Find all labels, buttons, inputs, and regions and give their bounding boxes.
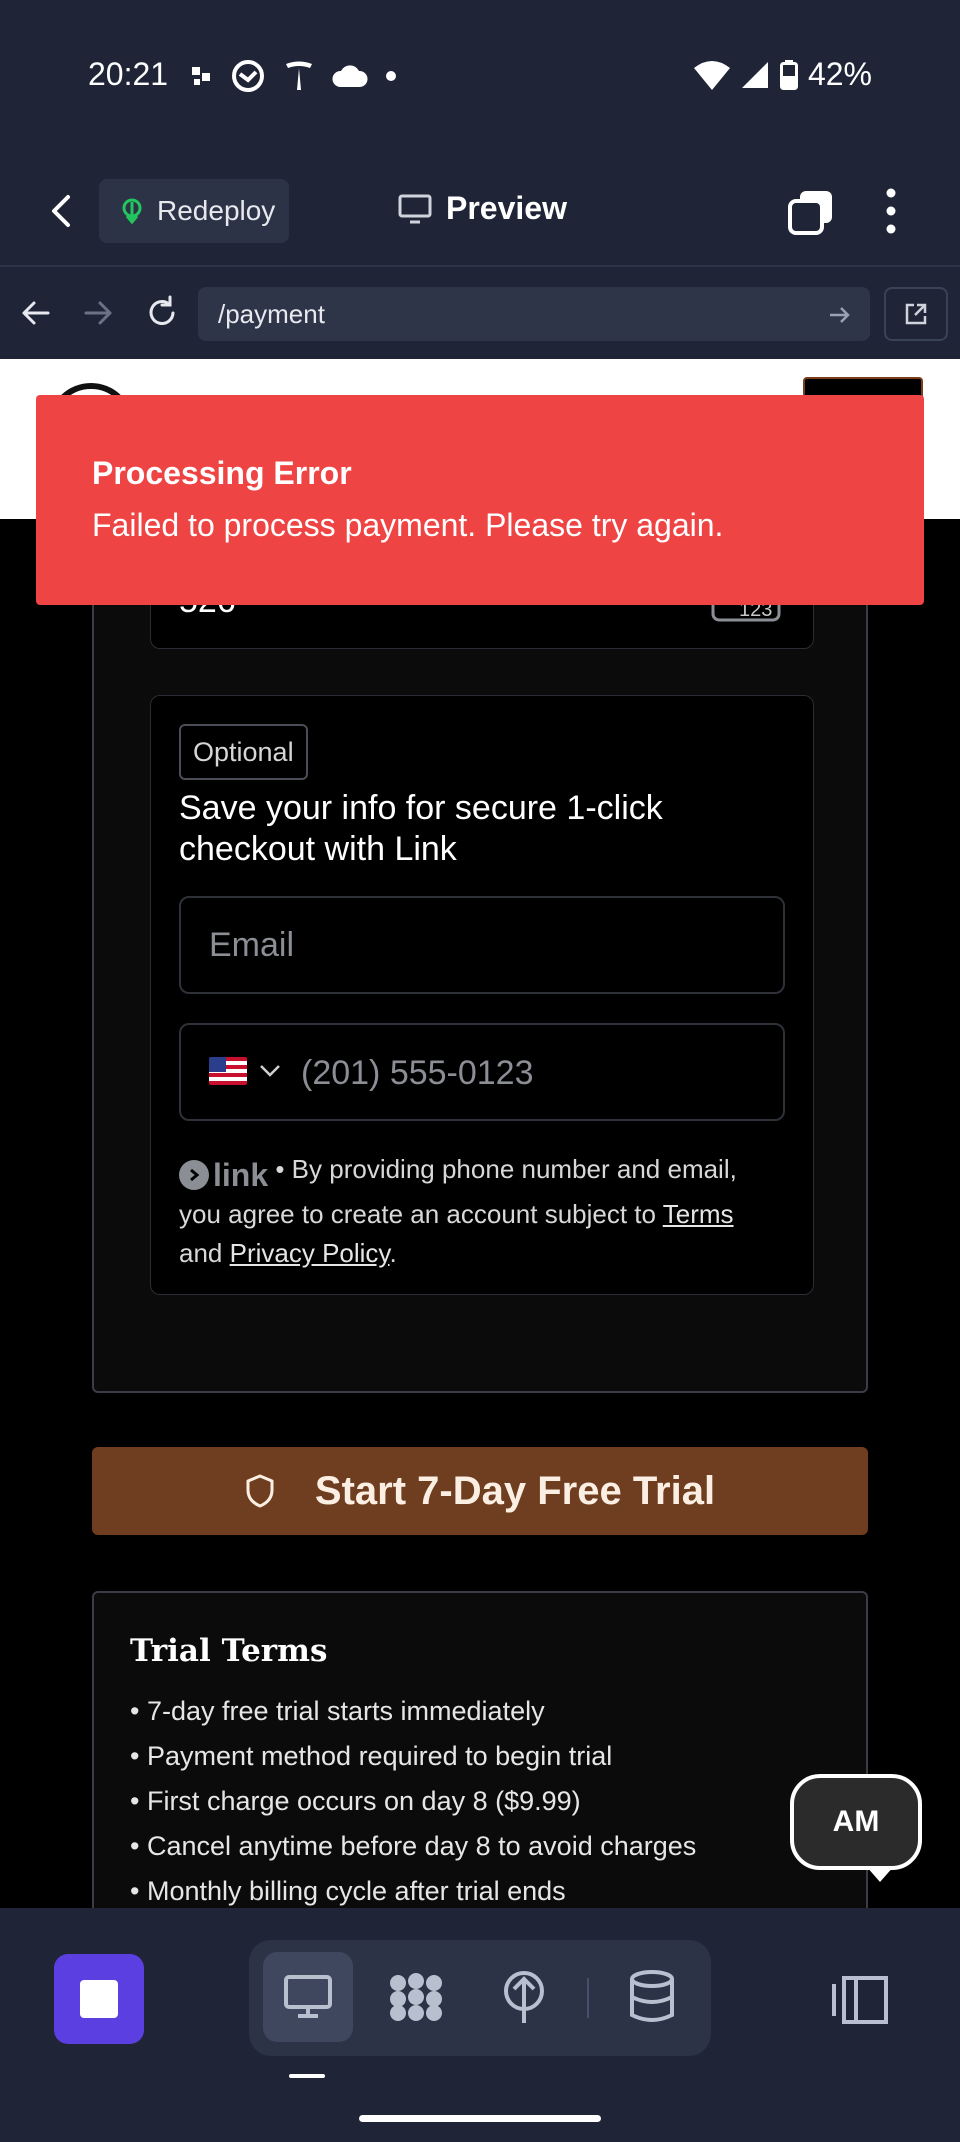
monitor-icon — [398, 194, 432, 223]
link-logo: link — [179, 1156, 268, 1195]
go-arrow-icon[interactable] — [826, 302, 852, 328]
panel-toggle-icon[interactable] — [830, 1972, 890, 2028]
list-item: • Monthly billing cycle after trial ends — [130, 1876, 566, 1906]
status-icons-right: 42% — [693, 56, 872, 93]
phone-input[interactable] — [301, 1045, 541, 1101]
link-terms-and: and — [179, 1237, 230, 1268]
redeploy-icon — [122, 198, 142, 224]
error-toast[interactable]: Processing Error Failed to process payme… — [36, 395, 924, 605]
browser-bar: /payment — [0, 269, 960, 359]
active-indicator — [289, 2074, 325, 2078]
trial-terms-list: • 7-day free trial starts immediately • … — [130, 1689, 696, 1908]
tesla-icon — [286, 61, 312, 90]
reload-icon[interactable] — [140, 291, 184, 335]
trial-terms-box: Trial Terms • 7-day free trial starts im… — [92, 1591, 868, 1908]
redeploy-button[interactable]: Redeploy — [99, 179, 289, 243]
start-trial-button[interactable]: Start 7-Day Free Trial — [92, 1447, 868, 1535]
terms-link[interactable]: Terms — [663, 1199, 734, 1229]
segment-divider — [587, 1978, 589, 2018]
browser-forward-icon[interactable] — [76, 291, 120, 335]
bottom-bar — [0, 1908, 960, 2142]
stop-icon — [80, 1980, 118, 2018]
link-terms-suffix: . — [389, 1237, 397, 1268]
modules-button[interactable] — [371, 1952, 461, 2042]
privacy-policy-link[interactable]: Privacy Policy — [230, 1238, 390, 1268]
deploy-button[interactable] — [479, 1952, 569, 2042]
app-header: Redeploy Preview — [0, 155, 960, 267]
back-icon[interactable] — [42, 191, 82, 231]
us-flag-icon — [209, 1057, 247, 1085]
view-switcher — [249, 1940, 711, 2056]
preview-label: Preview — [446, 190, 567, 226]
mail-icon — [232, 60, 264, 92]
deploy-icon — [504, 1971, 544, 2023]
link-arrow-icon — [179, 1160, 209, 1190]
database-icon — [630, 1970, 674, 2022]
database-button[interactable] — [607, 1952, 697, 2042]
shield-icon — [246, 1474, 274, 1508]
redeploy-label: Redeploy — [157, 195, 276, 226]
phone-field[interactable] — [179, 1023, 785, 1121]
notification-icon — [192, 67, 210, 85]
battery-level: 42% — [807, 56, 872, 92]
modules-icon — [390, 1973, 442, 2021]
cloud-icon — [332, 65, 368, 87]
list-item: • Payment method required to begin trial — [130, 1741, 613, 1771]
tabs-icon[interactable] — [788, 189, 834, 235]
toast-message: Failed to process payment. Please try ag… — [92, 507, 724, 543]
optional-badge: Optional — [179, 724, 308, 780]
browser-back-icon[interactable] — [14, 291, 58, 335]
more-options-icon[interactable] — [874, 185, 908, 237]
status-icons-left — [190, 58, 396, 94]
wifi-icon — [693, 60, 730, 90]
link-save-card: Optional Save your info for secure 1-cli… — [150, 695, 814, 1295]
desktop-view-button[interactable] — [263, 1952, 353, 2042]
link-logo-text: link — [213, 1156, 269, 1193]
preview-title: Preview — [398, 190, 567, 227]
list-item: • First charge occurs on day 8 ($9.99) — [130, 1786, 581, 1816]
trial-terms-title: Trial Terms — [130, 1633, 328, 1669]
email-field[interactable] — [179, 896, 785, 994]
signal-icon — [741, 61, 768, 88]
url-field[interactable]: /payment — [198, 287, 870, 341]
home-indicator[interactable] — [359, 2115, 601, 2122]
dot-icon — [386, 71, 396, 81]
toast-title: Processing Error — [92, 455, 352, 491]
open-external-icon — [905, 303, 927, 325]
url-text: /payment — [218, 298, 325, 329]
stop-button[interactable] — [54, 1954, 144, 2044]
payment-form-panel: 526 123 Optional Save your info for secu… — [92, 479, 868, 1393]
status-time: 20:21 — [88, 56, 169, 92]
list-item: • Cancel anytime before day 8 to avoid c… — [130, 1831, 697, 1861]
open-external-button[interactable] — [884, 287, 948, 341]
start-trial-label: Start 7-Day Free Trial — [314, 1468, 716, 1513]
battery-icon — [779, 59, 798, 90]
desktop-icon — [284, 1975, 332, 2018]
country-select[interactable] — [209, 1057, 281, 1085]
status-bar: 20:21 42% — [0, 0, 960, 155]
chevron-down-icon — [260, 1065, 280, 1077]
list-item: • 7-day free trial starts immediately — [130, 1696, 545, 1726]
avatar[interactable]: AM — [790, 1774, 922, 1870]
link-terms: link • By providing phone number and ema… — [179, 1150, 779, 1273]
link-heading: Save your info for secure 1-click checko… — [179, 789, 663, 868]
avatar-tail — [866, 1866, 894, 1882]
